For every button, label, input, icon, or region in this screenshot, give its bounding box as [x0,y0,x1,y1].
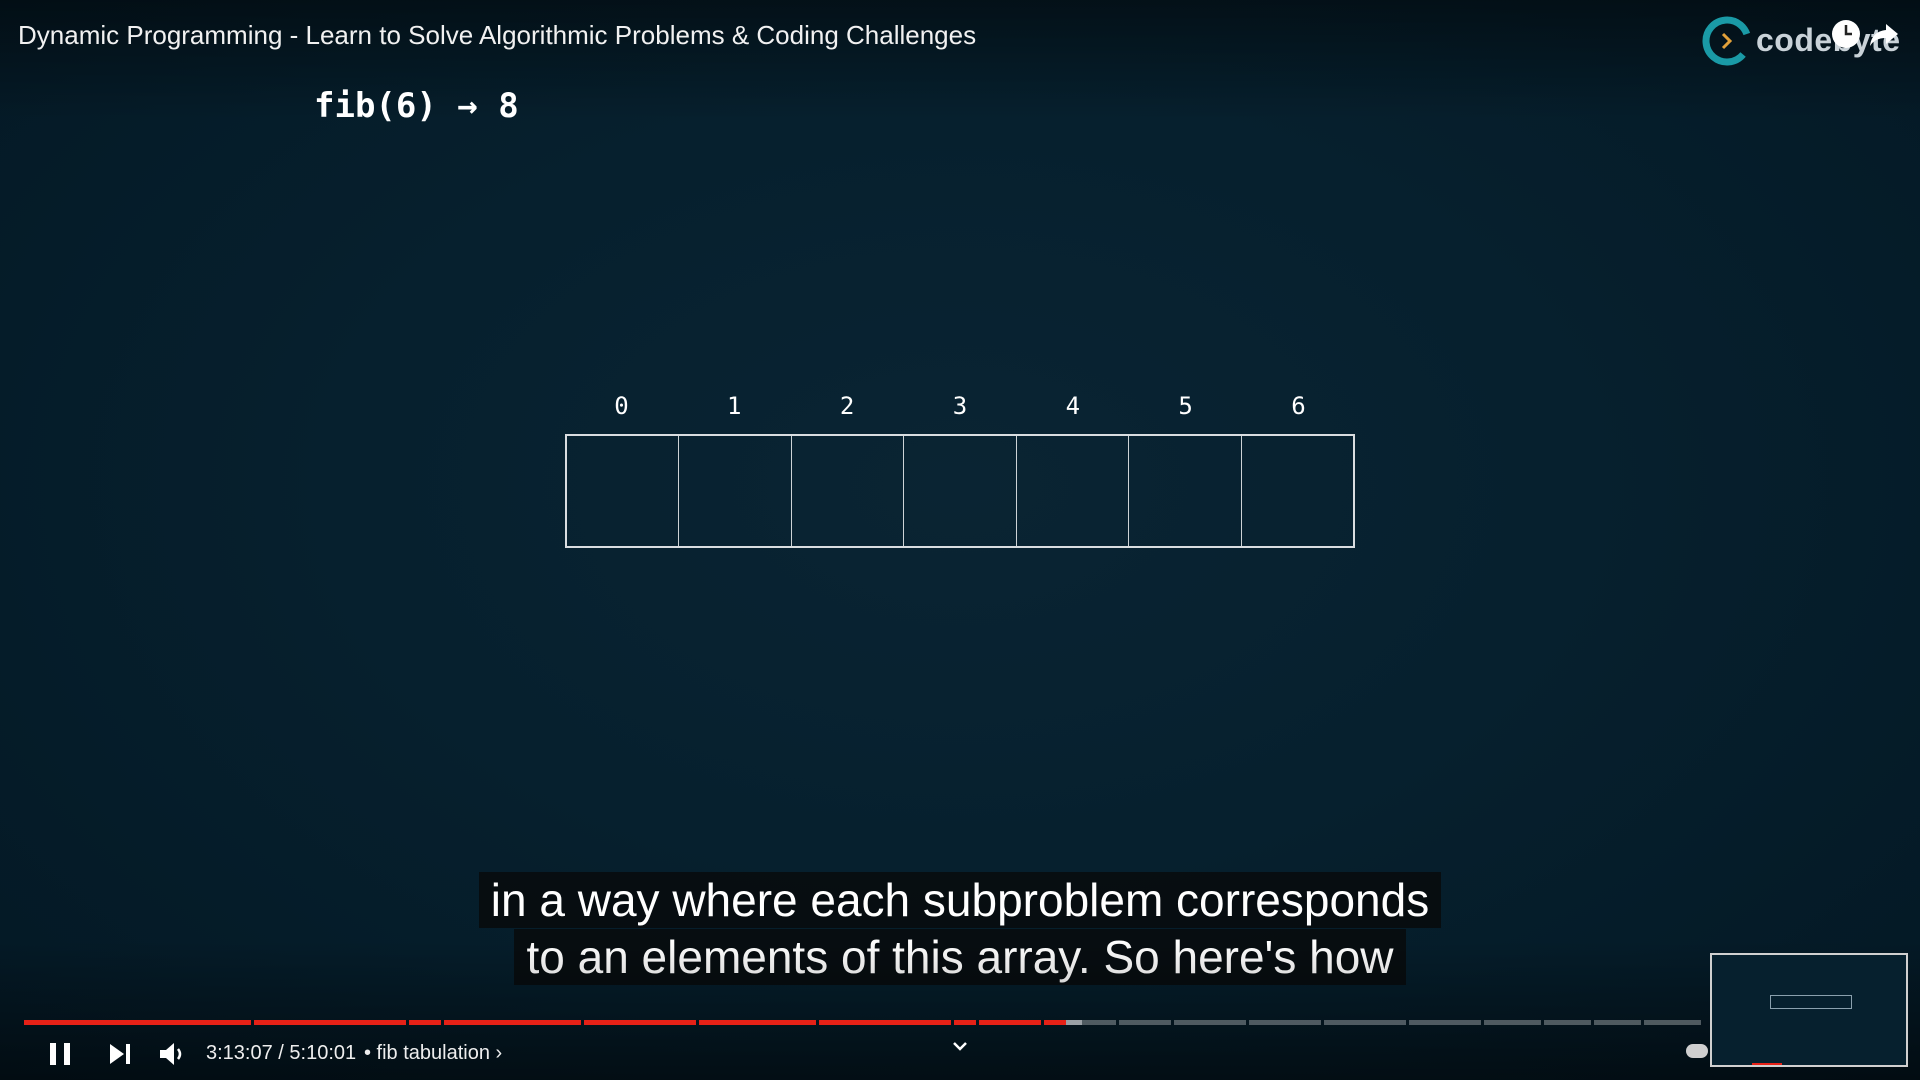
array-index-label: 5 [1178,392,1193,420]
channel-watermark: codebyte [1702,12,1902,68]
share-icon[interactable] [1868,18,1900,50]
array-cell [792,436,905,546]
chevron-down-icon[interactable] [950,1036,970,1056]
array-cell [679,436,792,546]
time-display: 3:13:07 / 5:10:01 [206,1042,357,1064]
array-index-label: 1 [727,392,742,420]
progress-chapter-segment[interactable] [1249,1020,1321,1025]
progress-chapter-segment[interactable] [1324,1020,1406,1025]
progress-chapter-segment[interactable] [1065,1020,1083,1025]
array-index-label: 0 [614,392,629,420]
progress-chapter-segment[interactable] [1484,1020,1541,1025]
autoplay-toggle[interactable] [1686,1044,1708,1058]
progress-chapter-segment[interactable] [254,1020,406,1025]
array-index-label: 4 [1065,392,1081,420]
array-cell [1242,436,1353,546]
pause-icon[interactable] [44,1038,76,1070]
progress-chapter-segment[interactable] [1174,1020,1246,1025]
progress-chapter-segment[interactable] [699,1020,816,1025]
array-index-label: 6 [1291,392,1306,420]
progress-bar[interactable] [24,1020,1704,1025]
progress-chapter-segment[interactable] [444,1020,581,1025]
progress-chapter-segment[interactable] [584,1020,696,1025]
array-cell [1129,436,1242,546]
progress-chapter-segment[interactable] [979,1020,1041,1025]
volume-icon[interactable] [156,1038,188,1070]
progress-chapter-segment[interactable] [1082,1020,1116,1025]
clock-icon[interactable] [1830,18,1862,50]
preview-array-thumbnail [1770,995,1852,1009]
codebyte-logo-icon [1702,16,1752,66]
preview-progress [1752,1063,1782,1065]
progress-chapter-segment[interactable] [1119,1020,1171,1025]
array-index-label: 3 [952,392,968,420]
array-cell [1017,436,1130,546]
video-title[interactable]: Dynamic Programming - Learn to Solve Alg… [18,20,976,51]
progress-chapter-segment[interactable] [819,1020,951,1025]
array-cell [567,436,680,546]
array-diagram: 0 1 2 3 4 5 6 [565,392,1355,548]
array-index-labels: 0 1 2 3 4 5 6 [565,392,1355,424]
next-icon[interactable] [104,1038,136,1070]
array-cell [904,436,1017,546]
progress-chapter-segment[interactable] [954,1020,976,1025]
progress-chapter-segment[interactable] [1044,1020,1066,1025]
slide-heading: fib(6) → 8 [314,86,519,126]
caption-line: in a way where each subproblem correspon… [478,872,1442,928]
progress-chapter-segment[interactable] [1544,1020,1591,1025]
player-controls: 3:13:07 / 5:10:01 • fib tabulation › [0,1032,1920,1072]
progress-chapter-segment[interactable] [24,1020,251,1025]
progress-chapter-segment[interactable] [409,1020,441,1025]
array-cells [565,434,1355,548]
array-index-label: 2 [839,392,855,420]
progress-chapter-segment[interactable] [1409,1020,1481,1025]
miniplayer-preview[interactable] [1710,953,1908,1067]
progress-chapter-segment[interactable] [1594,1020,1641,1025]
chapter-button[interactable]: • fib tabulation › [364,1042,502,1065]
progress-chapter-segment[interactable] [1644,1020,1701,1025]
top-overlay [0,0,1920,120]
